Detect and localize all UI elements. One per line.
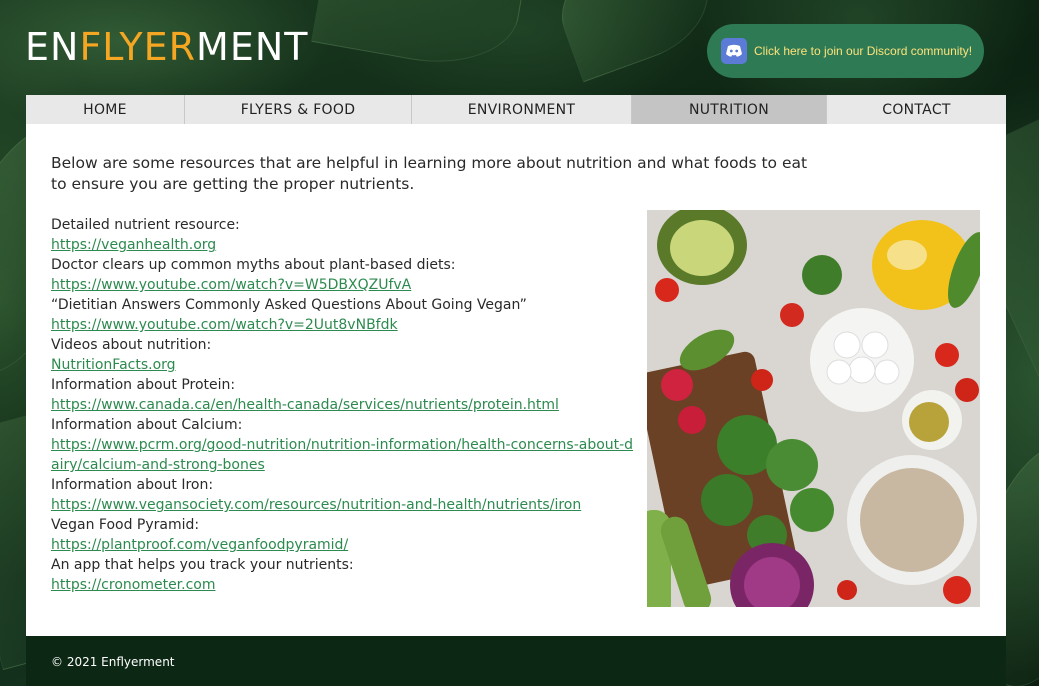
link-nutritionfacts[interactable]: NutritionFacts.org — [51, 355, 641, 375]
logo-part-flyer: FLYER — [79, 25, 197, 69]
link-protein[interactable]: https://www.canada.ca/en/health-canada/s… — [51, 395, 641, 415]
nav-flyers-food[interactable]: FLYERS & FOOD — [185, 95, 412, 124]
resource-label-myths: Doctor clears up common myths about plan… — [51, 257, 456, 273]
resource-label-nutrient: Detailed nutrient resource: — [51, 217, 240, 233]
nav-environment[interactable]: ENVIRONMENT — [412, 95, 632, 124]
vegetables-photo — [647, 210, 980, 607]
resource-label-calcium: Information about Calcium: — [51, 417, 243, 433]
discord-button-label: Click here to join our Discord community… — [754, 44, 973, 58]
resource-list: Detailed nutrient resource: https://vega… — [51, 215, 641, 595]
resource-label-protein: Information about Protein: — [51, 377, 236, 393]
link-calcium[interactable]: https://www.pcrm.org/good-nutrition/nutr… — [51, 435, 641, 475]
link-cronometer[interactable]: https://cronometer.com — [51, 575, 641, 595]
footer-copyright: © 2021 Enflyerment — [51, 655, 175, 669]
link-youtube-myths[interactable]: https://www.youtube.com/watch?v=W5DBXQZU… — [51, 275, 641, 295]
discord-icon — [721, 38, 747, 64]
resource-label-app: An app that helps you track your nutrien… — [51, 557, 354, 573]
resource-label-pyramid: Vegan Food Pyramid: — [51, 517, 200, 533]
resource-label-dietitian: “Dietitian Answers Commonly Asked Questi… — [51, 297, 527, 313]
main-content: Below are some resources that are helpfu… — [26, 124, 1006, 636]
logo-part-en: EN — [25, 25, 80, 69]
footer: © 2021 Enflyerment — [26, 636, 1006, 686]
resource-label-iron: Information about Iron: — [51, 477, 214, 493]
link-pyramid[interactable]: https://plantproof.com/veganfoodpyramid/ — [51, 535, 641, 555]
link-iron[interactable]: https://www.vegansociety.com/resources/n… — [51, 495, 641, 515]
discord-join-button[interactable]: Click here to join our Discord community… — [707, 24, 984, 78]
logo-part-ment: MENT — [196, 25, 309, 69]
link-youtube-dietitian[interactable]: https://www.youtube.com/watch?v=2Uut8vNB… — [51, 315, 641, 335]
intro-text: Below are some resources that are helpfu… — [51, 154, 808, 193]
site-logo[interactable]: ENFLYERMENT — [25, 28, 308, 66]
nav-home[interactable]: HOME — [26, 95, 185, 124]
nav-nutrition[interactable]: NUTRITION — [632, 95, 827, 124]
nav-contact[interactable]: CONTACT — [827, 95, 1006, 124]
link-veganhealth[interactable]: https://veganhealth.org — [51, 235, 641, 255]
main-nav: HOME FLYERS & FOOD ENVIRONMENT NUTRITION… — [26, 95, 1006, 124]
resource-label-videos: Videos about nutrition: — [51, 337, 212, 353]
